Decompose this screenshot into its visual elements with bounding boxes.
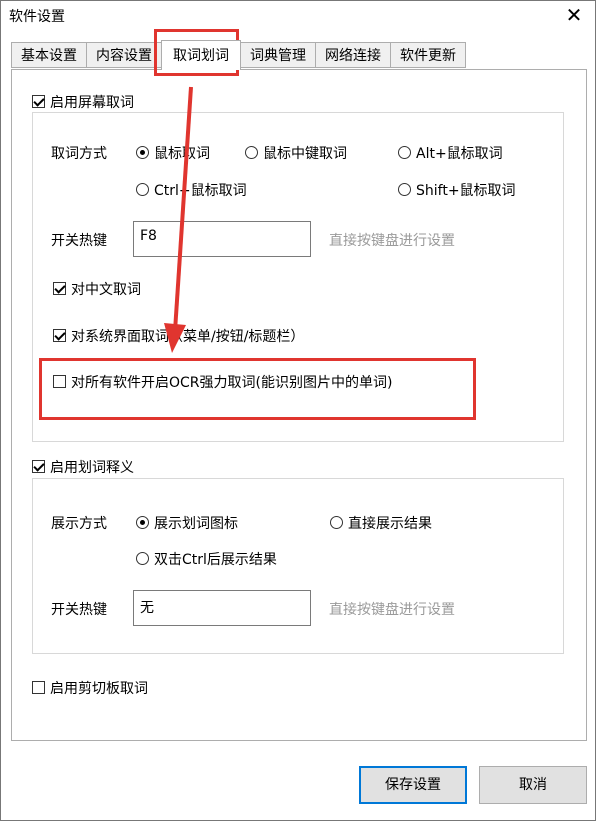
tab-word-capture[interactable]: 取词划词 xyxy=(161,40,241,70)
annotation-arrow-icon xyxy=(164,86,193,353)
settings-window: 软件设置 ✕ 基本设置 内容设置 取词划词 词典管理 网络连接 软件更新 启用屏… xyxy=(0,0,596,821)
